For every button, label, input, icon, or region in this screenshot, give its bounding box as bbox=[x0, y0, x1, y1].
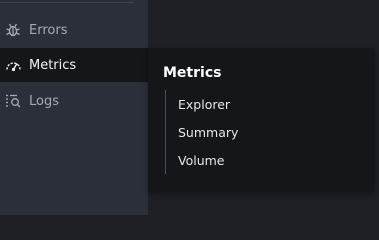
metrics-flyout-menu: Metrics Explorer Summary Volume bbox=[148, 48, 375, 192]
sidebar-item-label: Logs bbox=[29, 93, 59, 109]
flyout-title: Metrics bbox=[163, 65, 222, 81]
menu-item-summary[interactable]: Summary bbox=[178, 125, 238, 140]
menu-item-explorer[interactable]: Explorer bbox=[178, 97, 230, 112]
logs-search-icon bbox=[4, 92, 22, 110]
sidebar-item-label: Errors bbox=[29, 22, 68, 38]
bug-icon bbox=[4, 21, 22, 39]
sidebar: Errors Metrics Logs bbox=[0, 0, 149, 215]
speedometer-icon bbox=[4, 56, 22, 74]
menu-item-volume[interactable]: Volume bbox=[178, 153, 225, 168]
flyout-divider bbox=[165, 90, 166, 174]
sidebar-item-errors[interactable]: Errors bbox=[0, 13, 148, 47]
sidebar-divider bbox=[0, 2, 134, 3]
app-screen: Errors Metrics Logs Metrics Explorer Sum… bbox=[0, 0, 379, 215]
sidebar-item-metrics[interactable]: Metrics bbox=[0, 48, 149, 82]
sidebar-item-logs[interactable]: Logs bbox=[0, 84, 148, 118]
sidebar-item-label: Metrics bbox=[29, 57, 77, 73]
